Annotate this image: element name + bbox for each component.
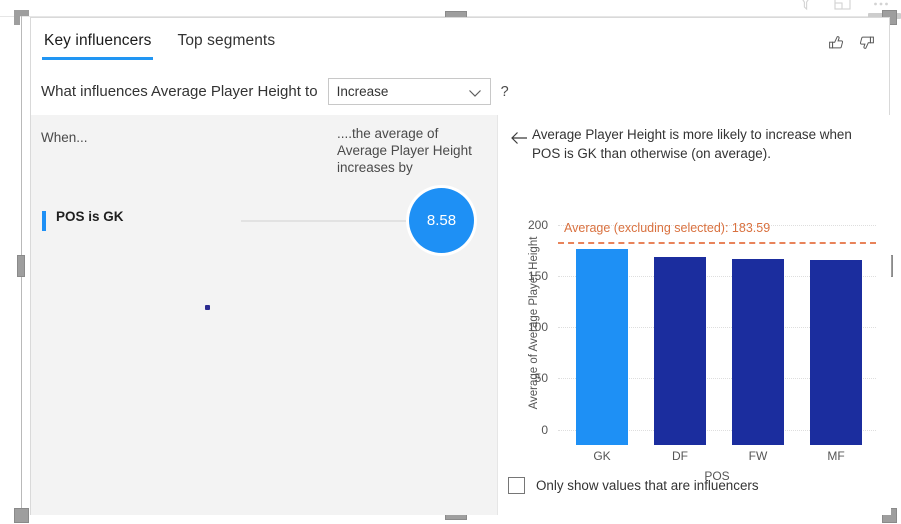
y-tick-0: 0	[541, 423, 548, 437]
bar-mf[interactable]	[810, 260, 862, 445]
question-prefix: What influences Average Player Height to	[41, 83, 318, 100]
influencer-detail-chart: Average of Average Player Height 200 150…	[506, 218, 884, 483]
y-tick-100: 100	[527, 320, 548, 334]
feedback-icons	[828, 34, 875, 51]
effect-column-header: ....the average of Average Player Height…	[337, 126, 472, 175]
influencer-label: POS is GK	[56, 209, 124, 224]
analysis-type-value: Increase	[336, 84, 389, 99]
only-influencers-checkbox[interactable]	[508, 477, 525, 494]
x-label-mf: MF	[827, 449, 845, 463]
x-label-gk: GK	[593, 449, 611, 463]
more-options-icon[interactable]	[873, 1, 889, 7]
back-arrow-icon[interactable]	[510, 131, 528, 150]
analysis-type-dropdown[interactable]: Increase	[327, 78, 491, 105]
bar-df[interactable]	[654, 257, 706, 445]
only-influencers-row[interactable]: Only show values that are influencers	[508, 477, 759, 494]
y-tick-200: 200	[527, 218, 548, 232]
y-tick-150: 150	[527, 269, 548, 283]
resize-handle-bottom-left[interactable]	[14, 508, 29, 523]
plot-area: Average (excluding selected): 183.59	[558, 221, 876, 445]
average-reference-line	[558, 242, 876, 244]
help-question-mark[interactable]: ?	[501, 84, 509, 100]
thumbs-up-icon[interactable]	[828, 34, 845, 51]
influencer-connector-line	[241, 220, 409, 222]
y-tick-50: 50	[534, 371, 548, 385]
visual-header-icons	[799, 0, 889, 11]
focus-mode-icon[interactable]	[834, 0, 851, 11]
average-reference-label: Average (excluding selected): 183.59	[564, 221, 771, 235]
chevron-down-icon	[468, 86, 482, 104]
visual-tabs: Key influencers Top segments	[42, 32, 277, 60]
influencer-row[interactable]: POS is GK 8.58	[31, 188, 497, 255]
only-influencers-label: Only show values that are influencers	[536, 478, 759, 493]
question-row: What influences Average Player Height to…	[41, 78, 509, 105]
x-label-fw: FW	[748, 449, 768, 463]
tab-top-segments[interactable]: Top segments	[175, 32, 277, 60]
bar-fw[interactable]	[732, 259, 784, 445]
y-axis-ticks: 200 150 100 50 0	[518, 218, 548, 445]
detail-description: Average Player Height is more likely to …	[532, 127, 852, 161]
influencer-value-bubble[interactable]: 8.58	[409, 188, 474, 253]
x-axis-labels: GK DF FW MF	[558, 449, 876, 467]
when-column-header: When...	[41, 130, 88, 145]
detail-pane: Average Player Height is more likely to …	[497, 115, 891, 515]
resize-handle-top-left[interactable]	[14, 10, 29, 25]
tab-key-influencers[interactable]: Key influencers	[42, 32, 154, 60]
resize-handle-left-middle[interactable]	[17, 255, 25, 277]
thumbs-down-icon[interactable]	[858, 34, 875, 51]
influencers-pane: When... ....the average of Average Playe…	[31, 115, 497, 515]
influencer-accent-bar	[42, 211, 46, 231]
key-influencers-visual: Key influencers Top segments What influe…	[30, 17, 891, 515]
x-label-df: DF	[672, 449, 688, 463]
scroll-position-dot	[205, 305, 210, 310]
filter-icon[interactable]	[799, 0, 812, 11]
bar-gk[interactable]	[576, 249, 628, 445]
